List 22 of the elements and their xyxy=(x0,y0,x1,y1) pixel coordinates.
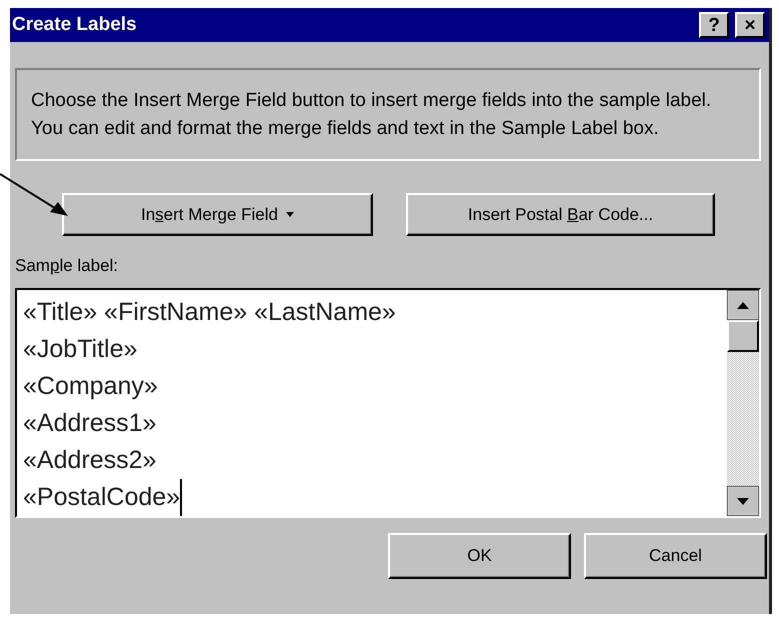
merge-field-line: «Company» xyxy=(23,371,158,402)
merge-field-line: «Address2» xyxy=(23,445,156,476)
merge-field-line: «Address1» xyxy=(23,408,156,439)
window-title: Create Labels xyxy=(12,14,138,36)
cancel-button[interactable]: Cancel xyxy=(584,533,767,579)
close-button[interactable]: × xyxy=(735,12,765,38)
sample-label-label: Sample label: xyxy=(15,256,118,276)
caret-icon xyxy=(286,212,294,217)
insert-postal-bar-code-button[interactable]: Insert Postal Bar Code... xyxy=(406,193,715,236)
merge-field-line: «PostalCode» xyxy=(23,479,182,516)
sample-label-field[interactable]: «Title» «FirstName» «LastName» «JobTitle» «Company» «Address1» «Address2» «PostalCode» xyxy=(15,288,761,518)
scrollbar[interactable] xyxy=(727,290,759,516)
pointer-arrow xyxy=(0,172,70,218)
merge-field-line: «JobTitle» xyxy=(23,334,138,365)
scroll-thumb[interactable] xyxy=(727,320,759,352)
ok-button[interactable]: OK xyxy=(388,533,571,579)
instructions-text: Choose the Insert Merge Field button to insert merge fields into the sample label. You can edit and format the merge fields and text in the Sample Label box. xyxy=(15,68,761,161)
help-button[interactable]: ? xyxy=(699,12,729,38)
scroll-down-button[interactable] xyxy=(727,486,759,516)
insert-merge-field-button[interactable]: Insert Merge Field xyxy=(62,193,373,236)
merge-field-line: «Title» «FirstName» «LastName» xyxy=(23,297,396,328)
scroll-up-button[interactable] xyxy=(727,290,759,320)
